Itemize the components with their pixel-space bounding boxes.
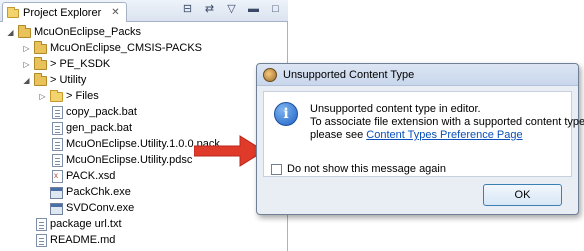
tree-item[interactable]: ▷ > Files xyxy=(38,88,99,104)
unsupported-content-type-dialog: Unsupported Content Type i Unsupported c… xyxy=(256,63,584,215)
collapsed-chevron-icon[interactable]: ▷ xyxy=(22,44,31,53)
tree-item[interactable]: copy_pack.bat xyxy=(50,104,137,120)
xsd-file-icon xyxy=(52,169,63,183)
view-tab-bar: Project Explorer ✕ ⊟ ⇄ ▽ ▬ □ xyxy=(0,0,288,22)
ok-button[interactable]: OK xyxy=(483,184,562,206)
project-icon xyxy=(34,41,47,54)
exe-file-icon xyxy=(50,186,63,199)
do-not-show-checkbox[interactable] xyxy=(271,163,282,175)
tree-item[interactable]: PackChk.exe xyxy=(50,184,131,200)
file-icon xyxy=(52,121,63,135)
message-line: To associate file extension with a suppo… xyxy=(310,116,584,128)
file-icon xyxy=(36,217,47,231)
collapsed-chevron-icon[interactable]: ▷ xyxy=(22,60,31,69)
dialog-titlebar[interactable]: Unsupported Content Type xyxy=(257,64,578,86)
info-icon: i xyxy=(274,102,298,126)
tree-item[interactable]: McuOnEclipse.Utility.pdsc xyxy=(50,152,192,168)
minimize-icon[interactable]: ▬ xyxy=(247,3,260,16)
project-explorer-view: Project Explorer ✕ ⊟ ⇄ ▽ ▬ □ ◢ McuOnEcli… xyxy=(0,0,288,251)
do-not-show-checkbox-row[interactable]: Do not show this message again xyxy=(271,163,446,175)
close-icon[interactable]: ✕ xyxy=(111,7,119,18)
maximize-icon[interactable]: □ xyxy=(269,3,282,16)
tab-project-explorer[interactable]: Project Explorer ✕ xyxy=(2,2,127,22)
collapsed-chevron-icon[interactable]: ▷ xyxy=(38,92,47,101)
tree-item[interactable]: package url.txt xyxy=(34,216,122,232)
tree-item[interactable]: PACK.xsd xyxy=(50,168,115,184)
folder-icon xyxy=(50,90,63,102)
project-icon xyxy=(34,57,47,70)
link-with-editor-icon[interactable]: ⇄ xyxy=(203,3,216,16)
view-toolbar: ⊟ ⇄ ▽ ▬ □ xyxy=(181,3,282,16)
message-prefix: please see xyxy=(310,129,367,141)
dialog-message: Unsupported content type in editor. To a… xyxy=(310,103,584,142)
tree-item[interactable]: gen_pack.bat xyxy=(50,120,132,136)
expanded-chevron-icon[interactable]: ◢ xyxy=(22,76,31,85)
file-icon xyxy=(36,233,47,247)
collapse-all-icon[interactable]: ⊟ xyxy=(181,3,194,16)
eclipse-logo-icon xyxy=(263,67,277,82)
tree-item[interactable]: SVDConv.exe xyxy=(50,200,134,216)
file-icon xyxy=(52,105,63,119)
tree-item[interactable]: ◢ > Utility xyxy=(22,72,86,88)
project-explorer-icon xyxy=(7,6,19,18)
tab-title: Project Explorer xyxy=(23,6,102,19)
tree-item[interactable]: ▷ McuOnEclipse_CMSIS-PACKS xyxy=(22,40,202,56)
tree-item[interactable]: ▷ > PE_KSDK xyxy=(22,56,110,72)
exe-file-icon xyxy=(50,202,63,215)
tree-item[interactable]: ◢ McuOnEclipse_Packs xyxy=(6,24,141,40)
expanded-chevron-icon[interactable]: ◢ xyxy=(6,28,15,37)
file-icon xyxy=(52,153,63,167)
message-line: please see Content Types Preference Page xyxy=(310,129,570,142)
project-icon xyxy=(18,25,31,38)
content-types-preference-link[interactable]: Content Types Preference Page xyxy=(366,129,522,141)
dialog-title: Unsupported Content Type xyxy=(283,68,415,81)
tree-item[interactable]: README.md xyxy=(34,232,115,248)
view-menu-icon[interactable]: ▽ xyxy=(225,3,238,16)
do-not-show-label: Do not show this message again xyxy=(287,163,446,175)
file-icon xyxy=(52,137,63,151)
project-icon xyxy=(34,73,47,86)
message-line: Unsupported content type in editor. xyxy=(310,103,481,115)
